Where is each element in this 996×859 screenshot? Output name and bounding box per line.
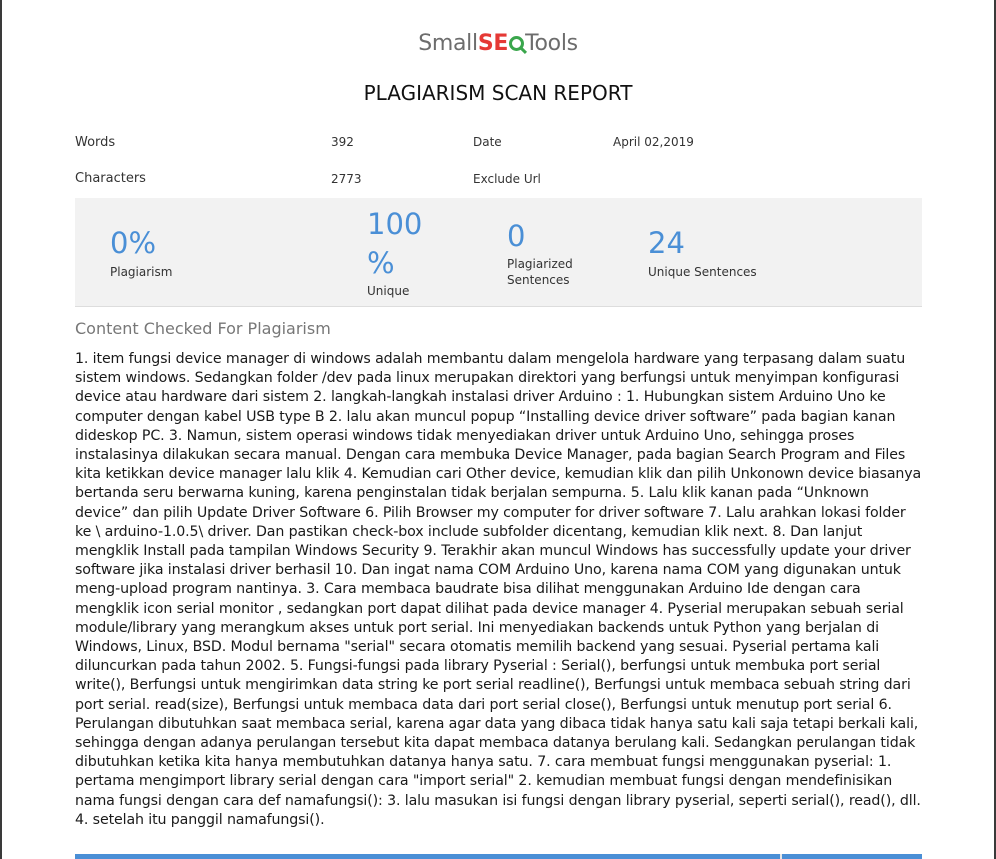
unique-percent-sign: % <box>367 246 395 280</box>
date-value: April 02,2019 <box>613 135 694 149</box>
unique-percent-number: 100 <box>367 207 423 241</box>
words-value: 392 <box>331 135 354 149</box>
content-section-title: Content Checked For Plagiarism <box>75 319 331 338</box>
magnifier-icon <box>509 36 525 51</box>
date-label: Date <box>473 135 502 149</box>
plagiarism-label: Plagiarism <box>110 265 173 279</box>
logo-text-tools: Tools <box>525 31 578 56</box>
checked-content-text: 1. item fungsi device manager di windows… <box>75 351 922 828</box>
plagiarized-sentences-label-2: Sentences <box>507 273 570 287</box>
words-label: Words <box>75 135 116 150</box>
characters-value: 2773 <box>331 172 362 186</box>
characters-label: Characters <box>75 171 146 186</box>
plagiarized-sentences-label-1: Plagiarized <box>507 257 573 271</box>
results-table-header <box>75 854 922 859</box>
report-title: PLAGIARISM SCAN REPORT <box>363 81 633 105</box>
table-header-divider <box>780 854 782 859</box>
exclude-url-label: Exclude Url <box>473 172 541 186</box>
plagiarized-sentences-count: 0 <box>507 219 526 253</box>
unique-sentences-count: 24 <box>648 226 685 260</box>
brand-logo: SmallSE Tools <box>0 31 996 56</box>
logo-text-small: Small <box>418 31 478 56</box>
plagiarism-percent: 0% <box>110 226 157 260</box>
unique-label: Unique <box>367 284 410 298</box>
unique-sentences-label: Unique Sentences <box>648 265 757 279</box>
logo-text-seo: SE <box>477 31 509 56</box>
stats-panel: 0% Plagiarism 100 % Unique 0 Plagiarized… <box>75 198 922 307</box>
page-border-left <box>0 0 2 859</box>
